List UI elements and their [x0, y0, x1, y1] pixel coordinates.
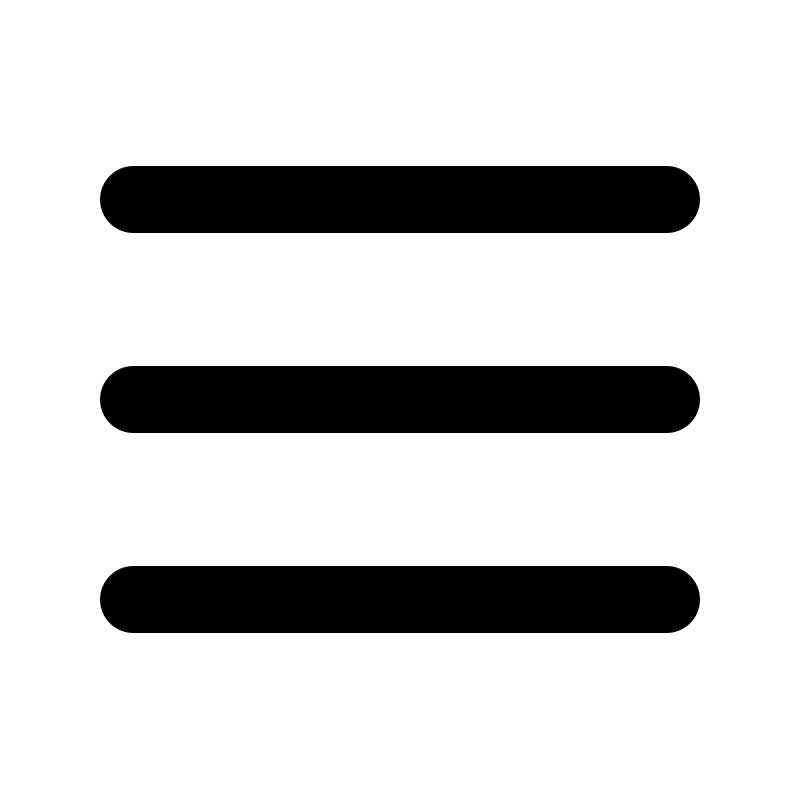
menu-bar-middle	[100, 366, 700, 433]
menu-bar-top	[100, 166, 700, 233]
menu-bar-bottom	[100, 566, 700, 633]
menu-button[interactable]	[0, 0, 800, 800]
hamburger-menu-icon	[0, 0, 800, 800]
icon-canvas	[0, 0, 800, 800]
